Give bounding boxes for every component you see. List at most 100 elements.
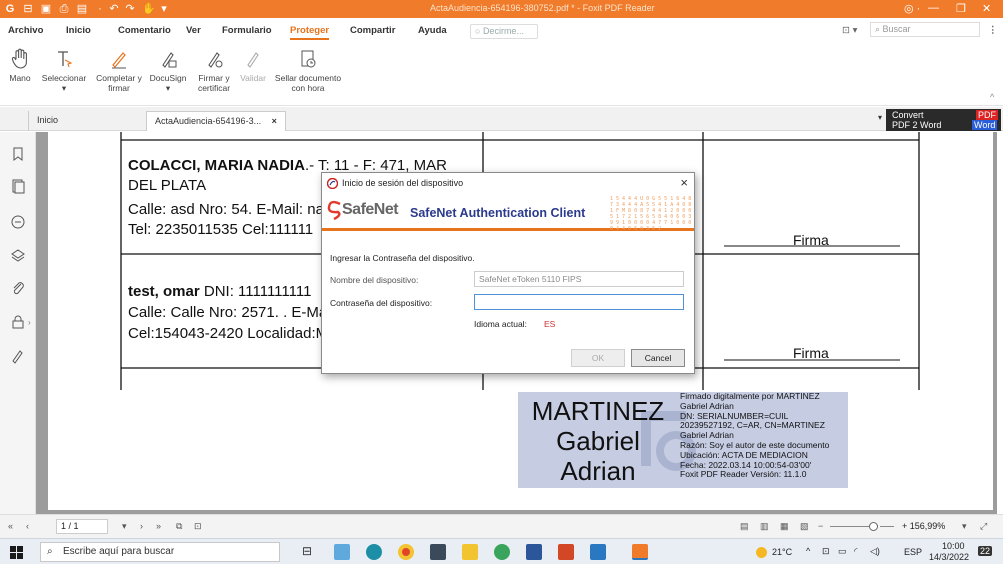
expand-panel-icon[interactable]: › (28, 318, 31, 327)
select-tool-button[interactable]: Seleccionar ▾ (38, 48, 90, 93)
taskbar-search-icon: ⌕ (47, 546, 53, 557)
tab-document[interactable]: ActaAudiencia-654196-3... × (146, 111, 286, 131)
clock-time[interactable]: 10:00 (942, 541, 965, 551)
timestamp-button[interactable]: Sellar documento con hora (270, 48, 346, 93)
collapse-ribbon-icon[interactable]: ^ (990, 92, 994, 102)
word-icon[interactable] (526, 544, 542, 560)
photos-icon[interactable] (590, 544, 606, 560)
undo-icon[interactable]: ↶ (108, 3, 120, 15)
menu-compartir[interactable]: Compartir (350, 25, 395, 36)
powerpoint-icon[interactable] (558, 544, 574, 560)
validate-label: Validar (240, 73, 266, 83)
cancel-button[interactable]: Cancel (631, 349, 685, 367)
fit-page-icon[interactable]: ⊡ (194, 521, 202, 532)
taskbar-app-1-icon[interactable] (334, 544, 350, 560)
new-icon[interactable]: ▤ (76, 3, 88, 15)
digital-signature-stamp[interactable]: MARTINEZ Gabriel Adrian Firmado digitalm… (518, 391, 848, 488)
convert-pdf-word-ad[interactable]: Convert PDF 2 Word PDF Word (886, 109, 1001, 131)
foxit-taskbar-icon[interactable] (632, 544, 648, 560)
whatsapp-icon[interactable] (494, 544, 510, 560)
timestamp-label: Sellar documento con hora (274, 73, 342, 93)
page-dropdown-icon[interactable]: ▾ (122, 521, 127, 532)
hand-tool-button[interactable]: Mano (2, 48, 38, 83)
next-page-icon[interactable]: › (140, 521, 143, 531)
restore-icon[interactable]: ❐ (956, 2, 966, 15)
tab-icon[interactable]: · (94, 3, 106, 15)
task-view-icon[interactable]: ⊟ (302, 544, 312, 558)
zoom-level[interactable]: + 156,99% (902, 521, 945, 531)
edge-icon[interactable] (366, 544, 382, 560)
fill-sign-button[interactable]: Completar y firmar (94, 48, 144, 93)
last-page-icon[interactable]: » (156, 521, 161, 531)
dialog-close-icon[interactable]: × (680, 175, 688, 190)
zoom-slider-thumb[interactable] (869, 522, 878, 531)
page-number-input[interactable]: 1 / 1 (56, 519, 108, 534)
validate-button[interactable]: Validar (238, 48, 268, 83)
select-dropdown-icon[interactable]: ▾ (62, 83, 66, 93)
password-field[interactable] (474, 294, 684, 310)
signature-icon[interactable] (10, 348, 26, 364)
wifi-icon[interactable]: ◜ (854, 546, 858, 557)
redo-icon[interactable]: ↷ (124, 3, 136, 15)
menu-ver[interactable]: Ver (186, 25, 201, 36)
menu-proteger[interactable]: Proteger (290, 25, 330, 40)
tell-me-box[interactable]: ○ Decirme... (470, 24, 538, 39)
taskbar-search-input[interactable]: ⌕ Escribe aquí para buscar (40, 542, 280, 562)
menu-bar: Archivo Inicio Comentario Ver Formulario… (0, 18, 1003, 46)
tab-inicio[interactable]: Inicio (28, 111, 138, 131)
weather-temp[interactable]: 21°C (772, 547, 792, 557)
volume-icon[interactable]: ◁) (870, 546, 880, 557)
continuous-facing-icon[interactable]: ▧ (800, 521, 809, 532)
battery-icon[interactable]: ▭ (838, 546, 847, 557)
minimize-icon[interactable]: — (928, 2, 939, 14)
facing-view-icon[interactable]: ▦ (780, 521, 789, 532)
zoom-out-icon[interactable]: − (818, 521, 823, 531)
tray-chevron-icon[interactable]: ^ (806, 546, 810, 556)
bookmark-icon[interactable] (10, 146, 26, 162)
menu-inicio[interactable]: Inicio (66, 25, 91, 36)
first-page-icon[interactable]: « (8, 521, 13, 531)
layers-icon[interactable] (10, 248, 26, 264)
close-window-icon[interactable]: ✕ (982, 2, 991, 15)
attachment-icon[interactable] (10, 280, 26, 296)
clock-date[interactable]: 14/3/2022 (929, 552, 969, 562)
tab-close-icon[interactable]: × (272, 116, 277, 126)
security-lock-icon[interactable] (10, 314, 26, 330)
customize-icon[interactable]: ▾ (158, 3, 170, 15)
search-input[interactable]: ⌕ Buscar (870, 22, 980, 37)
calculator-icon[interactable] (430, 544, 446, 560)
hand-quick-icon[interactable]: ✋ (142, 3, 156, 15)
fullscreen-icon[interactable]: ⤢ (980, 521, 987, 532)
single-page-view-icon[interactable]: ▤ (740, 521, 749, 532)
comments-icon[interactable] (10, 214, 26, 230)
pages-icon[interactable] (10, 178, 26, 194)
weather-sun-icon[interactable] (756, 547, 767, 558)
docusign-dropdown-icon[interactable]: ▾ (166, 83, 170, 93)
file-explorer-icon[interactable] (462, 544, 478, 560)
sign-certify-button[interactable]: Firmar y certificar (192, 48, 236, 93)
ok-button[interactable]: OK (571, 349, 625, 367)
prev-page-icon[interactable]: ‹ (26, 521, 29, 531)
continuous-view-icon[interactable]: ▥ (760, 521, 769, 532)
notification-count[interactable]: 22 (978, 546, 993, 556)
word-badge: Word (972, 120, 998, 130)
menu-formulario[interactable]: Formulario (222, 25, 272, 36)
account-icon[interactable]: ◎ · (904, 2, 920, 15)
tabs-menu-icon[interactable]: ▾ (878, 113, 882, 122)
more-options-icon[interactable]: ⋮ (988, 25, 998, 36)
search-icon: ⌕ (875, 24, 883, 34)
windows-start-icon[interactable] (10, 546, 23, 559)
input-language[interactable]: ESP (904, 547, 922, 557)
onedrive-icon[interactable]: ⊡ (822, 546, 830, 557)
menu-archivo[interactable]: Archivo (8, 25, 43, 36)
menu-comentario[interactable]: Comentario (118, 25, 171, 36)
save-icon[interactable]: ▣ (40, 3, 52, 15)
zoom-dropdown-icon[interactable]: ▾ (962, 521, 967, 532)
chrome-icon[interactable] (398, 544, 414, 560)
extract-page-icon[interactable]: ⧉ (176, 521, 182, 532)
find-options-icon[interactable]: ⊡ ▾ (842, 25, 857, 36)
print-icon[interactable]: ⎙ (58, 3, 70, 15)
docusign-button[interactable]: DocuSign ▾ (146, 48, 190, 93)
menu-ayuda[interactable]: Ayuda (418, 25, 447, 36)
open-icon[interactable]: ⊟ (22, 3, 34, 15)
